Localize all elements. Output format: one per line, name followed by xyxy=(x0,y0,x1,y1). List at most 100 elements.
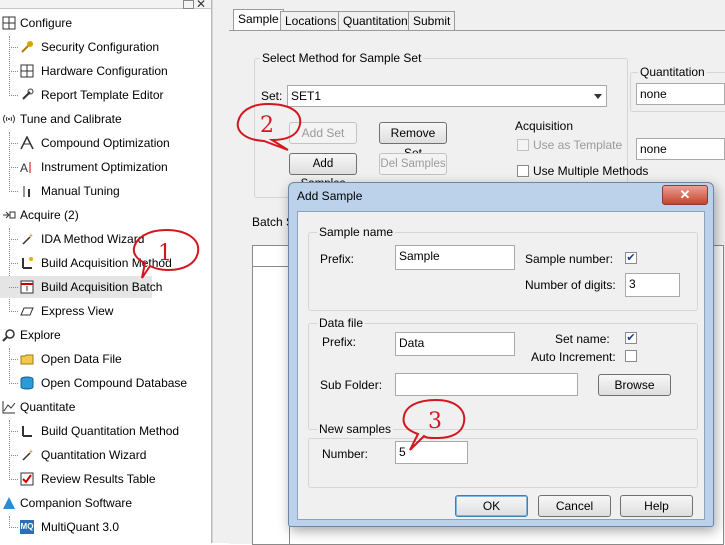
check-table-icon xyxy=(20,472,34,486)
sidebar-item-open-data-file[interactable]: Open Data File xyxy=(0,348,211,370)
section-tune-and-calibrate[interactable]: Tune and Calibrate xyxy=(0,108,211,130)
sidebar-item-open-compound-database[interactable]: Open Compound Database xyxy=(0,372,211,394)
sidebar-item-instrument-optimization[interactable]: A Instrument Optimization xyxy=(0,156,211,178)
auto-increment-label: Auto Increment: xyxy=(531,350,616,364)
sidebar-item-build-quantitation-method[interactable]: Build Quantitation Method xyxy=(0,420,211,442)
del-samples-button[interactable]: Del Samples xyxy=(379,153,447,175)
sidebar-item-security-configuration[interactable]: Security Configuration xyxy=(0,36,211,58)
chart-icon xyxy=(2,401,16,414)
section-label: Tune and Calibrate xyxy=(20,112,122,126)
tab-sample[interactable]: Sample xyxy=(233,9,284,32)
cancel-button[interactable]: Cancel xyxy=(538,495,611,517)
acquisition-group-title: Acquisition xyxy=(515,119,574,133)
method-group-title: Select Method for Sample Set xyxy=(260,51,424,65)
digits-input[interactable]: 3 xyxy=(625,273,680,297)
sidebar-item-compound-optimization[interactable]: Compound Optimization xyxy=(0,132,211,154)
dialog-title: Add Sample xyxy=(297,189,363,203)
add-sample-dialog: Add Sample ✕ Sample name Prefix: Sample … xyxy=(288,182,714,527)
section-label: Explore xyxy=(20,328,61,342)
new-samples-title: New samples xyxy=(317,422,394,436)
sidebar-item-label: Report Template Editor xyxy=(41,88,164,102)
section-label: Companion Software xyxy=(20,496,133,510)
section-label: Quantitate xyxy=(20,400,76,414)
dialog-body: Sample name Prefix: Sample Sample number… xyxy=(297,211,705,520)
number-label: Number: xyxy=(322,447,369,461)
grid-icon xyxy=(2,16,16,30)
sidebar-item-label: Open Data File xyxy=(41,352,122,366)
use-multiple-methods-label: Use Multiple Methods xyxy=(533,164,649,178)
tree-top-scroll xyxy=(0,0,211,9)
sidebar-item-express-view[interactable]: Express View xyxy=(0,300,211,322)
browse-button[interactable]: Browse xyxy=(598,374,671,396)
key-icon xyxy=(21,41,33,53)
new-samples-group xyxy=(308,438,698,488)
sample-prefix-input[interactable]: Sample xyxy=(395,245,515,270)
close-icon[interactable]: ✕ xyxy=(662,185,708,205)
sidebar-item-quantitation-wizard[interactable]: Quantitation Wizard xyxy=(0,444,211,466)
sidebar-item-label: Review Results Table xyxy=(41,472,156,486)
section-label: Configure xyxy=(20,16,73,30)
sample-name-group xyxy=(308,232,698,311)
section-explore[interactable]: Explore xyxy=(0,324,211,346)
use-as-template-checkbox[interactable] xyxy=(517,139,529,151)
sidebar-item-report-template-editor[interactable]: Report Template Editor xyxy=(0,84,211,106)
quantitation-dropdown[interactable]: none xyxy=(636,83,725,105)
express-icon xyxy=(20,307,34,316)
section-configure[interactable]: Configure xyxy=(0,12,211,34)
ok-button[interactable]: OK xyxy=(455,495,528,517)
sample-name-title: Sample name xyxy=(317,225,396,239)
tree-close-icon[interactable]: ✕ xyxy=(196,0,206,11)
explore-icon xyxy=(2,329,15,342)
sidebar-item-hardware-configuration[interactable]: Hardware Configuration xyxy=(0,60,211,82)
callout-3-number: 3 xyxy=(428,409,442,434)
section-acquire[interactable]: Acquire (2) xyxy=(0,204,211,226)
sidebar-item-label: Manual Tuning xyxy=(41,184,120,198)
sidebar-item-label: Instrument Optimization xyxy=(41,160,168,174)
callout-3: 3 xyxy=(402,398,466,451)
sidebar-item-label: Express View xyxy=(41,304,114,318)
template-dropdown[interactable]: none xyxy=(636,138,725,160)
database-icon xyxy=(20,376,34,390)
set-name-checkbox[interactable]: ✔ xyxy=(625,332,637,344)
grid-corner-cell xyxy=(253,246,290,267)
callout-1-number: 1 xyxy=(158,241,172,266)
acquire-icon xyxy=(3,211,16,219)
help-button[interactable]: Help xyxy=(620,495,693,517)
data-prefix-input[interactable]: Data xyxy=(395,332,515,356)
folder-icon xyxy=(20,354,34,365)
build-method-icon xyxy=(22,257,33,269)
sidebar-item-review-results-table[interactable]: Review Results Table xyxy=(0,468,211,490)
callout-2-number: 2 xyxy=(260,113,274,138)
template-value: none xyxy=(640,142,667,156)
add-samples-button[interactable]: Add Samples xyxy=(289,153,357,190)
sidebar-item-label: IDA Method Wizard xyxy=(41,232,145,246)
sidebar-item-label: Compound Optimization xyxy=(41,136,170,150)
tree-pin-button[interactable] xyxy=(183,0,194,9)
sidebar-item-manual-tuning[interactable]: Manual Tuning xyxy=(0,180,211,202)
set-dropdown[interactable]: SET1 xyxy=(287,85,607,107)
sidebar-item-multiquant[interactable]: MQ MultiQuant 3.0 xyxy=(0,516,211,538)
digits-label: Number of digits: xyxy=(525,278,616,292)
data-file-title: Data file xyxy=(317,316,366,330)
section-companion-software[interactable]: Companion Software xyxy=(0,492,211,514)
sidebar-item-label: Build Quantitation Method xyxy=(41,424,180,438)
section-label: Acquire (2) xyxy=(20,208,79,222)
subfolder-label: Sub Folder: xyxy=(320,378,383,392)
use-as-template-label: Use as Template xyxy=(533,138,623,152)
data-prefix-label: Prefix: xyxy=(322,335,357,349)
subfolder-input[interactable] xyxy=(395,373,578,396)
mq-icon: MQ xyxy=(20,520,34,534)
sample-number-checkbox[interactable]: ✔ xyxy=(625,252,637,264)
grid-icon xyxy=(20,64,34,78)
use-multiple-methods-checkbox[interactable] xyxy=(517,165,529,177)
tab-quantitation[interactable]: Quantitation xyxy=(338,11,413,31)
tab-locations[interactable]: Locations xyxy=(280,11,342,31)
sidebar-item-label: Hardware Configuration xyxy=(41,64,168,78)
companion-icon xyxy=(3,497,15,509)
tree-splitter[interactable] xyxy=(212,0,227,543)
remove-set-button[interactable]: Remove Set xyxy=(379,122,447,160)
auto-increment-checkbox[interactable] xyxy=(625,350,637,362)
section-quantitate[interactable]: Quantitate xyxy=(0,396,211,418)
tab-submit[interactable]: Submit xyxy=(408,11,456,31)
sidebar-item-label: MultiQuant 3.0 xyxy=(41,520,120,534)
